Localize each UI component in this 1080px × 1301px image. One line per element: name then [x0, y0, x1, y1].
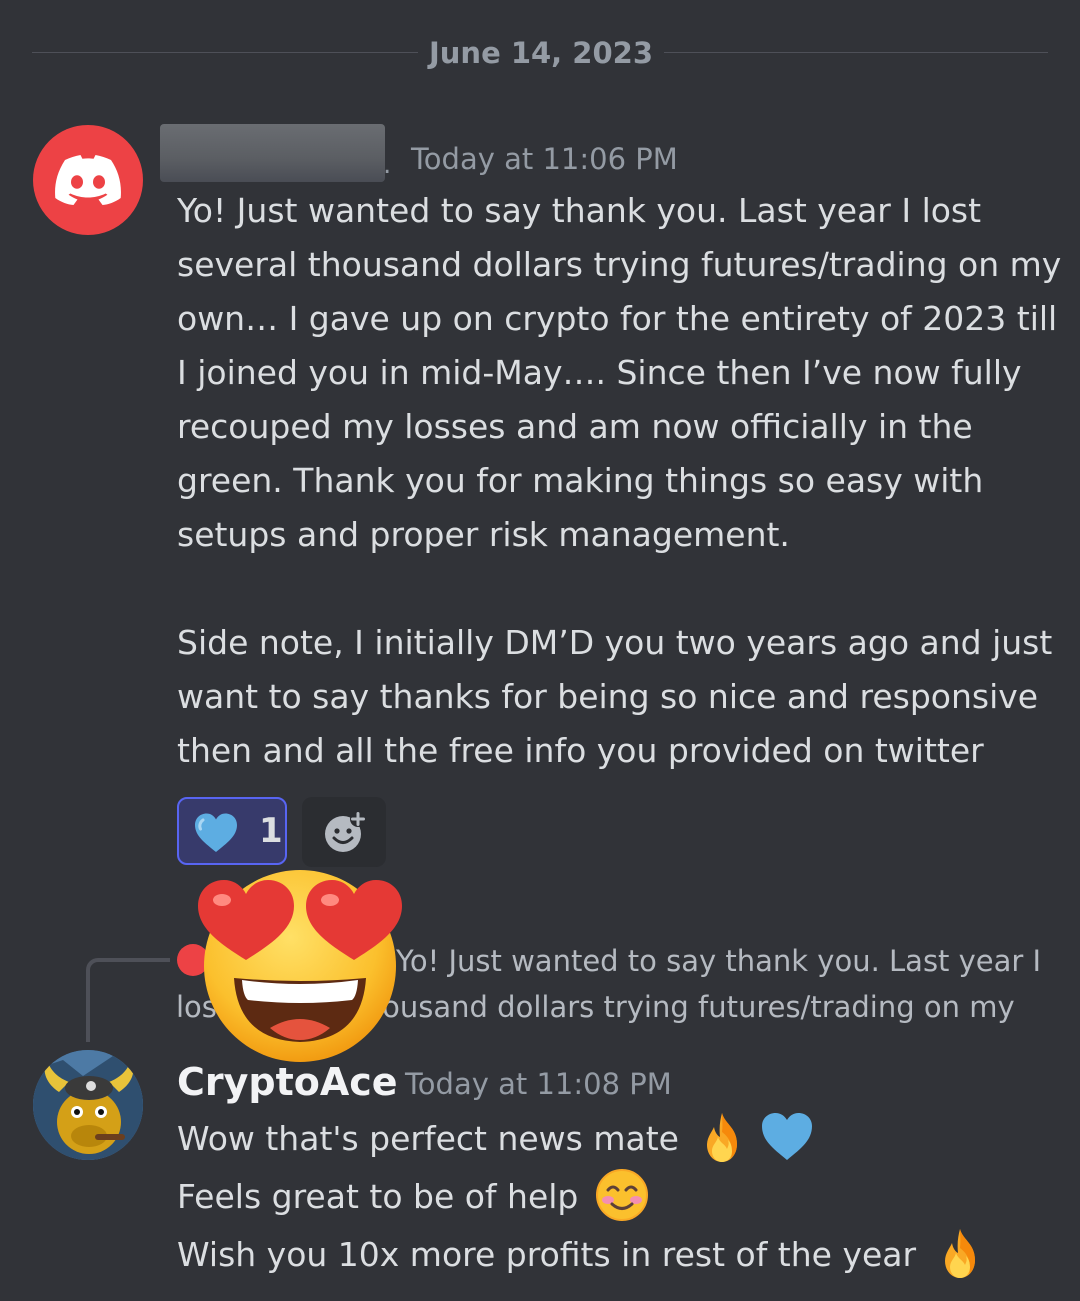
message-line-text: Wow that's perfect news mate: [177, 1119, 679, 1158]
divider-line-right: [664, 52, 1048, 53]
message-paragraph: Yo! Just wanted to say thank you. Last y…: [177, 191, 1062, 554]
message-timestamp: Today at 11:06 PM: [411, 142, 678, 176]
bull-avatar-image: [33, 1050, 143, 1160]
date-divider-label: June 14, 2023: [428, 36, 654, 70]
reply-message-body: Wow that's perfect news mate Feels great…: [177, 1110, 1067, 1284]
message-line-text: Wish you 10x more profits in rest of the…: [177, 1235, 917, 1274]
add-reaction-icon: [325, 811, 366, 852]
fire-icon: [944, 1229, 975, 1278]
discord-logo-icon: [55, 155, 121, 205]
heart-eyes-emoji-icon: [198, 870, 402, 1062]
user-avatar[interactable]: [33, 125, 143, 235]
message-line: Wow that's perfect news mate: [177, 1110, 1067, 1168]
reaction-count: 1: [259, 811, 283, 851]
smiling-face-icon: [595, 1169, 648, 1221]
message-paragraph: Side note, I initially DM’D you two year…: [177, 623, 1053, 770]
fire-icon: [707, 1113, 738, 1162]
reaction-blue-heart[interactable]: 1: [177, 797, 287, 865]
message-line-text: Feels great to be of help: [177, 1177, 579, 1216]
cryptoace-avatar[interactable]: [33, 1050, 143, 1160]
redacted-username: [160, 124, 385, 182]
redaction-mark: .: [383, 150, 392, 180]
blue-heart-icon: [761, 1113, 812, 1160]
reply-connector-line: [86, 958, 170, 1042]
blue-heart-icon: [195, 813, 237, 852]
message-line: Feels great to be of help: [177, 1168, 1067, 1226]
divider-line-left: [32, 52, 418, 53]
message-timestamp: Today at 11:08 PM: [405, 1067, 672, 1101]
add-reaction-button[interactable]: [302, 797, 386, 867]
date-divider: June 14, 2023: [32, 30, 1048, 76]
message-line: Wish you 10x more profits in rest of the…: [177, 1226, 1067, 1284]
message-body: Yo! Just wanted to say thank you. Last y…: [177, 184, 1067, 778]
